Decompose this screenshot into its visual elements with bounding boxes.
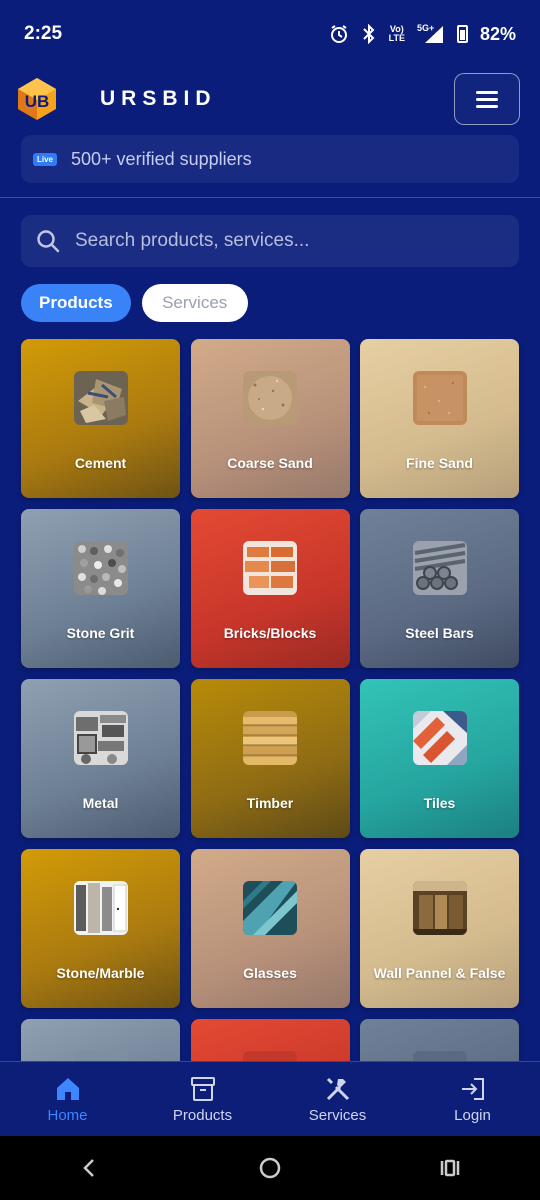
volte-label: Vo) LTE [388,24,405,43]
category-card-cement[interactable]: Cement [21,339,180,498]
tools-icon [326,1077,349,1100]
category-grid: Cement Coarse Sand Fine Sand Stone Grit [21,339,519,1061]
search-icon [37,230,60,253]
category-card-stone-marble[interactable]: Stone/Marble [21,849,180,1008]
menu-button[interactable] [454,73,520,125]
category-label: Timber [246,795,294,811]
timber-image [243,711,297,765]
category-tabs: Products Services [21,284,248,322]
cement-image [73,371,128,425]
category-image [412,1051,467,1061]
nav-home[interactable]: Home [8,1075,128,1124]
live-banner-text: 500+ verified suppliers [71,148,252,169]
network-label: 5G+ [417,24,445,44]
status-time: 2:25 [24,23,63,44]
login-icon [461,1077,484,1100]
hamburger-icon [476,90,498,94]
category-card-partial[interactable] [21,1019,180,1061]
glasses-image [243,881,297,935]
system-navigation [0,1136,540,1200]
svg-text:UB: UB [25,92,50,111]
wall-pannel-image [412,881,467,935]
logo-icon: UB [18,78,56,120]
search-input[interactable] [75,230,495,252]
coarse-sand-image [243,371,297,425]
category-card-tiles[interactable]: Tiles [360,679,519,838]
category-label: Stone/Marble [56,965,145,981]
nav-label: Login [454,1106,491,1124]
category-label: Fine Sand [406,455,473,471]
bricks-image [243,541,297,595]
back-icon[interactable] [78,1156,102,1180]
category-label: Stone Grit [66,625,135,641]
category-card-wall-pannel[interactable]: Wall Pannel & False [360,849,519,1008]
tab-services[interactable]: Services [141,284,248,322]
nav-services[interactable]: Services [278,1075,398,1124]
home-circle-icon[interactable] [258,1156,282,1180]
live-banner: Live 500+ verified suppliers [21,135,519,183]
brand-name: URSBID [100,87,217,110]
tiles-image [412,711,467,765]
category-card-stone-grit[interactable]: Stone Grit [21,509,180,668]
category-label: Coarse Sand [227,455,313,471]
category-image [243,1051,297,1061]
box-icon [190,1076,215,1101]
category-card-fine-sand[interactable]: Fine Sand [360,339,519,498]
stone-marble-image [73,881,128,935]
category-image [73,1051,128,1061]
nav-label: Products [172,1106,233,1124]
category-label: Tiles [423,795,456,811]
category-card-bricks-blocks[interactable]: Bricks/Blocks [190,509,350,668]
metal-image [73,711,128,765]
category-card-partial[interactable] [190,1019,350,1061]
ursbid-logo[interactable]: UB [14,76,60,122]
tab-products[interactable]: Products [21,284,131,322]
category-label: Glasses [243,965,297,981]
bottom-navigation: Home Products Services Login [0,1061,540,1136]
live-badge: Live [33,152,58,166]
bluetooth-icon [362,24,375,44]
app-header: UB URSBID [0,68,540,130]
category-card-steel-bars[interactable]: Steel Bars [360,509,519,668]
category-card-coarse-sand[interactable]: Coarse Sand [190,339,350,498]
battery-level: 82% [479,23,516,44]
search-bar[interactable] [21,215,519,267]
category-card-timber[interactable]: Timber [190,679,350,838]
fine-sand-image [412,371,467,425]
nav-label: Services [308,1106,367,1124]
category-card-glasses[interactable]: Glasses [190,849,350,1008]
nav-label: Home [47,1106,88,1124]
recents-icon[interactable] [438,1156,462,1180]
alarm-icon [330,25,347,43]
nav-products[interactable]: Products [143,1075,263,1124]
header-divider [0,197,540,198]
category-label: Steel Bars [405,625,474,641]
category-grid-viewport[interactable]: Cement Coarse Sand Fine Sand Stone Grit [0,339,540,1061]
category-label: Metal [82,795,119,811]
signal-icon [424,26,443,43]
status-bar: 2:25 Vo) LTE 5G+ 82% [0,0,540,68]
home-icon [56,1077,79,1100]
category-card-metal[interactable]: Metal [21,679,180,838]
category-label: Cement [74,455,127,471]
category-label: Bricks/Blocks [223,625,317,641]
stone-grit-image [73,541,128,595]
category-card-partial[interactable] [360,1019,519,1061]
battery-icon [456,25,468,43]
category-label: Wall Pannel & False [373,965,506,981]
steel-bars-image [412,541,467,595]
status-icons: Vo) LTE 5G+ 82% [329,24,516,45]
nav-login[interactable]: Login [413,1075,533,1124]
